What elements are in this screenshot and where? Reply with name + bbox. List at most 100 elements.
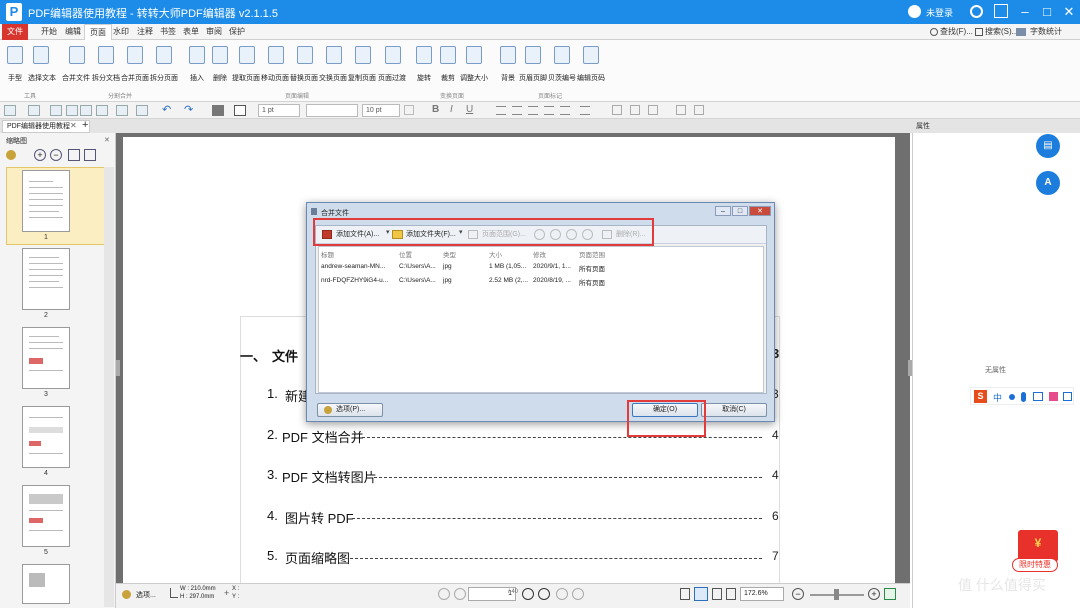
options-button[interactable]: 选项(P)... — [317, 403, 383, 417]
zoom-slider-thumb[interactable] — [834, 589, 839, 600]
page-transition-label[interactable]: 页面过渡 — [378, 73, 406, 83]
thumbnail-scrollbar[interactable] — [104, 167, 114, 607]
rotate-icon[interactable] — [413, 46, 435, 74]
extract-pages-label[interactable]: 提取页面 — [232, 73, 260, 83]
tab-edit[interactable]: 编辑 — [60, 24, 86, 40]
italic-button[interactable]: I — [450, 104, 453, 115]
column-type[interactable]: 类型 — [443, 249, 456, 259]
facing-view-icon[interactable] — [712, 588, 722, 600]
file-list[interactable]: 标题 位置 类型 大小 修改 页面范围 andrew-seaman-MN... … — [318, 246, 764, 393]
column-size[interactable]: 大小 — [489, 249, 502, 259]
text-edit-icon[interactable] — [694, 105, 704, 115]
crop-icon[interactable] — [437, 46, 459, 74]
hand-tool-label[interactable]: 手型 — [8, 73, 22, 83]
print-icon[interactable] — [116, 105, 128, 116]
thumbnail-page-3[interactable] — [22, 327, 70, 389]
rotate-label[interactable]: 旋转 — [417, 73, 431, 83]
zoom-in-button[interactable]: + — [868, 588, 880, 600]
dialog-maximize-button[interactable]: □ — [732, 206, 748, 216]
continuous-view-icon[interactable] — [694, 587, 708, 601]
background-icon[interactable] — [497, 46, 519, 74]
save-icon[interactable] — [66, 105, 78, 116]
font-size-select[interactable]: 10 pt — [362, 104, 400, 117]
skin-icon[interactable] — [994, 4, 1008, 18]
document-icon[interactable] — [96, 105, 108, 116]
scan-icon[interactable] — [136, 105, 148, 116]
stroke-color-icon[interactable] — [234, 105, 246, 116]
merge-pages-label[interactable]: 合并页面 — [121, 73, 149, 83]
continuous-facing-icon[interactable] — [726, 588, 736, 600]
panel-close-icon[interactable]: ✕ — [104, 136, 110, 144]
back-view-icon[interactable] — [556, 588, 568, 600]
ocr-icon[interactable]: ▤ — [1036, 134, 1060, 158]
user-avatar-icon[interactable] — [908, 5, 921, 18]
move-pages-icon[interactable] — [265, 46, 287, 74]
sogou-icon[interactable]: S — [974, 390, 987, 403]
bates-label[interactable]: 贝茨编号 — [548, 73, 576, 83]
resize-icon[interactable] — [463, 46, 485, 74]
copy-pages-label[interactable]: 复制页面 — [348, 73, 376, 83]
column-title[interactable]: 标题 — [321, 249, 334, 259]
support-icon[interactable] — [970, 5, 983, 18]
rotate-left-icon[interactable] — [68, 149, 80, 161]
row-1-title[interactable]: andrew-seaman-MN... — [321, 263, 385, 270]
punctuation-icon[interactable] — [1009, 394, 1015, 400]
font-family-select[interactable] — [306, 104, 358, 117]
document-tab[interactable]: PDF编辑器使用教程 — [2, 120, 90, 133]
superscript-icon[interactable] — [630, 105, 640, 115]
text-color-icon[interactable] — [404, 105, 414, 115]
line-width-select[interactable]: 1 pt — [258, 104, 300, 117]
thumbnail-page-5[interactable] — [22, 485, 70, 547]
word-count-button[interactable]: 字数统计 — [1030, 26, 1062, 37]
line-spacing-icon[interactable] — [560, 106, 570, 115]
swap-pages-label[interactable]: 交换页面 — [319, 73, 347, 83]
forward-view-icon[interactable] — [572, 588, 584, 600]
move-pages-label[interactable]: 移动页面 — [261, 73, 289, 83]
align-left-icon[interactable] — [496, 106, 506, 115]
settings-icon[interactable] — [6, 150, 16, 160]
close-tab-icon[interactable]: ✕ — [70, 121, 77, 130]
status-options[interactable]: 选项... — [136, 590, 156, 600]
edit-page-number-label[interactable]: 编辑页码 — [577, 73, 605, 83]
text-direction-icon[interactable] — [676, 105, 686, 115]
fill-color-icon[interactable] — [212, 105, 224, 116]
merge-files-label[interactable]: 合并文件 — [62, 73, 90, 83]
tab-start[interactable]: 开始 — [36, 24, 62, 40]
globe-icon[interactable] — [50, 105, 62, 116]
resize-label[interactable]: 调整大小 — [460, 73, 488, 83]
next-page-icon[interactable] — [522, 588, 534, 600]
char-spacing-icon[interactable] — [612, 105, 622, 115]
search-button[interactable]: 搜索(S)... — [985, 26, 1018, 37]
zoom-out-button[interactable]: − — [792, 588, 804, 600]
bold-button[interactable]: B — [432, 104, 439, 115]
indent-icon[interactable] — [580, 106, 590, 115]
split-pages-icon[interactable] — [153, 46, 175, 74]
cancel-button[interactable]: 取消(C) — [701, 403, 767, 417]
column-location[interactable]: 位置 — [399, 249, 412, 259]
align-right-icon[interactable] — [528, 106, 538, 115]
subscript-icon[interactable] — [648, 105, 658, 115]
tab-file[interactable]: 文件 — [2, 24, 28, 40]
dialog-minimize-button[interactable]: – — [715, 206, 731, 216]
bates-icon[interactable] — [551, 46, 573, 74]
select-text-icon[interactable] — [30, 46, 52, 74]
rotate-right-icon[interactable] — [84, 149, 96, 161]
row-2-title[interactable]: nrd-FDQFZHY9iG4-u... — [321, 277, 388, 284]
prev-page-icon[interactable] — [454, 588, 466, 600]
split-pages-label[interactable]: 拆分页面 — [150, 73, 178, 83]
microphone-icon[interactable] — [1021, 392, 1026, 402]
swap-pages-icon[interactable] — [323, 46, 345, 74]
column-page-range[interactable]: 页面范围 — [579, 249, 605, 259]
insert-icon[interactable] — [186, 46, 208, 74]
undo-icon[interactable]: ↶ — [162, 103, 171, 116]
zoom-out-icon[interactable]: − — [50, 149, 62, 161]
close-button[interactable]: ✕ — [1058, 2, 1080, 22]
tab-protect[interactable]: 保护 — [224, 24, 250, 40]
open-icon[interactable] — [4, 105, 16, 116]
crop-label[interactable]: 裁剪 — [441, 73, 455, 83]
last-page-icon[interactable] — [538, 588, 550, 600]
login-status[interactable]: 未登录 — [926, 6, 953, 19]
tab-watermark[interactable]: 水印 — [108, 24, 134, 40]
hand-tool-icon[interactable] — [4, 46, 26, 74]
zoom-select[interactable]: 172.6% — [740, 587, 784, 601]
